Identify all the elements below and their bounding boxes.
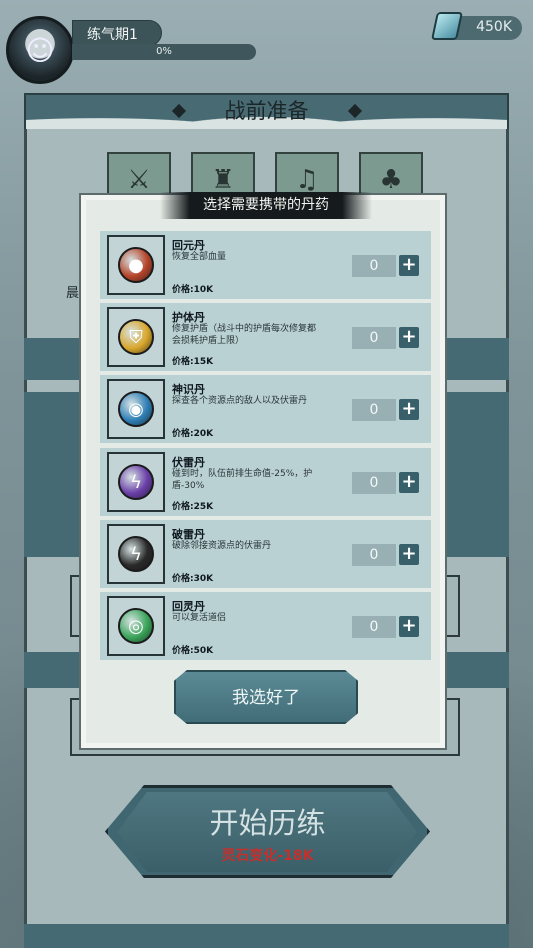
pill-desc: 破除邻接资源点的伏雷丹 [172, 541, 272, 551]
pill-quantity[interactable]: 0 [352, 255, 396, 277]
pill-price: 价格:20K [172, 429, 214, 439]
player-avatar[interactable]: ☺ [6, 16, 74, 84]
pill-icon-frame: ◎ [107, 596, 165, 656]
pill-icon-frame: ● [107, 235, 165, 295]
pill-quantity[interactable]: 0 [352, 399, 396, 421]
start-adventure-label: 开始历练 [209, 806, 326, 840]
pill-row: ◉ 神识丹 探查各个资源点的敌人以及伏雷丹 价格:20K 0 + [100, 375, 431, 443]
pill-icon-frame: ◉ [107, 379, 165, 439]
bag-icon: ♣ [379, 165, 403, 195]
pill-price: 价格:25K [172, 502, 214, 512]
plus-button[interactable]: + [399, 399, 419, 420]
pill-icon-frame: ⛨ [107, 307, 165, 367]
partial-label: 晨 [66, 286, 80, 301]
panel-title: 战前准备 [224, 99, 309, 123]
pill-quantity[interactable]: 0 [352, 327, 396, 349]
bottom-band [24, 924, 509, 948]
plus-button[interactable]: + [399, 255, 419, 276]
eye-pill-icon: ◉ [118, 391, 154, 427]
lightning-crystal-icon: ϟ [118, 464, 154, 500]
plus-button[interactable]: + [399, 327, 419, 348]
pill-icon-frame: ϟ [107, 452, 165, 512]
pill-quantity[interactable]: 0 [352, 472, 396, 494]
pill-quantity[interactable]: 0 [352, 544, 396, 566]
pill-desc: 修复护盾（战斗中的护盾每次修复都会损耗护盾上限） [172, 324, 317, 346]
red-orb-icon: ● [118, 247, 154, 283]
realm-label: 练气期1 [72, 20, 162, 46]
pill-row: ϟ 破雷丹 破除邻接资源点的伏雷丹 价格:30K 0 + [100, 520, 431, 588]
plus-button[interactable]: + [399, 544, 419, 565]
dialog-title: 选择需要携带的丹药 [160, 192, 372, 219]
green-swirl-orb-icon: ◎ [118, 608, 154, 644]
pill-icon-frame: ϟ [107, 524, 165, 584]
confirm-button[interactable]: 我选好了 [174, 670, 358, 724]
stone-change-label: 灵石变化-18K [221, 848, 314, 864]
pill-price: 价格:50K [172, 646, 214, 656]
pill-quantity[interactable]: 0 [352, 616, 396, 638]
pill-price: 价格:30K [172, 574, 214, 584]
pill-row: ◎ 回灵丹 可以复活道侣 价格:50K 0 + [100, 592, 431, 660]
black-bolt-orb-icon: ϟ [118, 536, 154, 572]
shield-pill-icon: ⛨ [118, 319, 154, 355]
sword-icon: ⚔ [127, 165, 151, 195]
pill-desc: 探查各个资源点的敌人以及伏雷丹 [172, 396, 308, 406]
pill-price: 价格:15K [172, 357, 214, 367]
pill-desc: 碰到时，队伍前排生命值-25%，护盾-30% [172, 469, 313, 491]
pill-row: ⛨ 护体丹 修复护盾（战斗中的护盾每次修复都会损耗护盾上限） 价格:15K 0 … [100, 303, 431, 371]
pill-row: ● 回元丹 恢复全部血量 价格:10K 0 + [100, 231, 431, 299]
bell-icon: ♫ [295, 165, 319, 195]
pill-desc: 可以复活道侣 [172, 613, 227, 623]
plus-button[interactable]: + [399, 616, 419, 637]
pill-desc: 恢复全部血量 [172, 252, 227, 262]
plus-button[interactable]: + [399, 472, 419, 493]
pill-price: 价格:10K [172, 285, 214, 295]
exp-progress-bar: 0% [72, 44, 256, 60]
robe-icon: ♜ [211, 165, 235, 195]
pill-row: ϟ 伏雷丹 碰到时，队伍前排生命值-25%，护盾-30% 价格:25K 0 + [100, 448, 431, 516]
